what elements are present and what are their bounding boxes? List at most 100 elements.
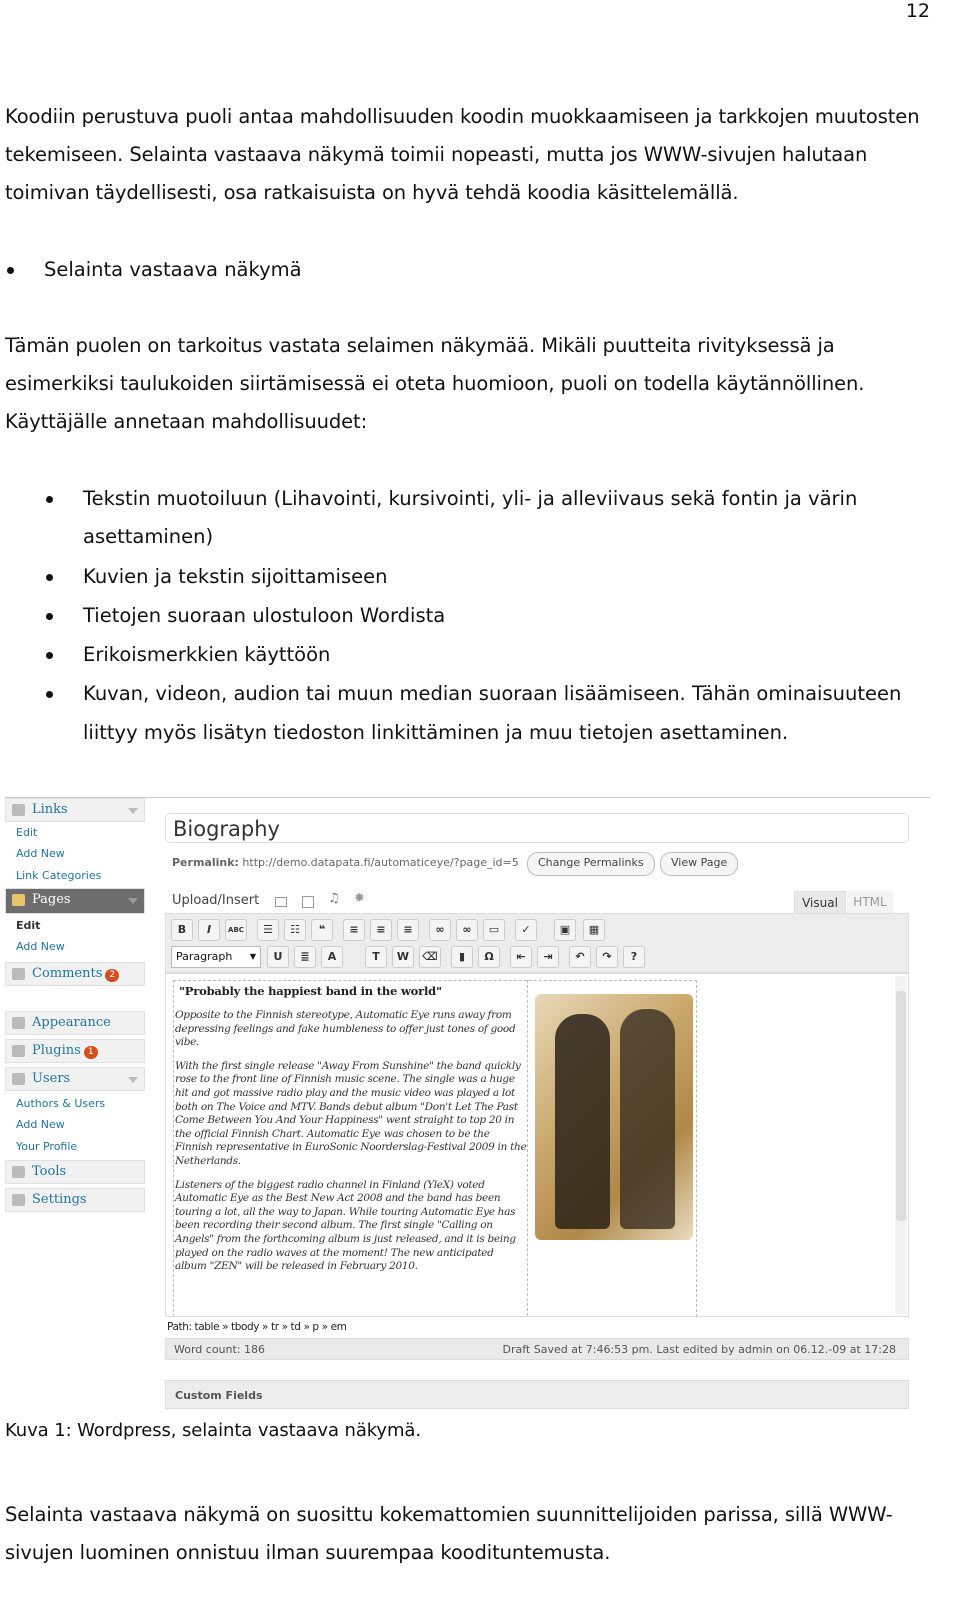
special-char-button[interactable]: Ω (478, 946, 500, 968)
help-button[interactable]: ? (623, 946, 645, 968)
word-count: Word count: 186 (174, 1343, 266, 1356)
permalink: Permalink: http://demo.datapata.fi/autom… (172, 856, 519, 869)
photo-figure (555, 1014, 610, 1229)
intro-line: tekemiseen. Selainta vastaava näkymä toi… (5, 143, 868, 166)
strikethrough-button[interactable]: ABC (225, 919, 247, 941)
submenu-item[interactable]: Add New (16, 847, 65, 860)
image-upload-icon[interactable] (275, 897, 287, 907)
clear-format-button[interactable]: ⌫ (419, 946, 441, 968)
redo-button[interactable]: ↷ (596, 946, 618, 968)
band-photo[interactable] (535, 994, 693, 1240)
align-left-button[interactable]: ≡ (343, 919, 365, 941)
submenu-item[interactable]: Add New (16, 940, 65, 953)
pages-icon (12, 894, 25, 906)
content-paragraph: Opposite to the Finnish stereotype, Auto… (175, 1009, 516, 1049)
menu-settings[interactable]: Settings (5, 1188, 145, 1212)
underline-button[interactable]: U (267, 946, 289, 968)
closing-line: Selainta vastaava näkymä on suosittu kok… (5, 1503, 893, 1526)
bullet-icon (46, 613, 53, 620)
status-bar: Word count: 186 Draft Saved at 7:46:53 p… (165, 1338, 909, 1360)
outdent-button[interactable]: ⇤ (510, 946, 532, 968)
fullscreen-button[interactable]: ▣ (554, 919, 576, 941)
page-number: 12 (905, 0, 930, 22)
submenu-item[interactable]: Link Categories (16, 869, 101, 882)
menu-pages[interactable]: Pages (5, 888, 145, 914)
submenu-item[interactable]: Your Profile (16, 1140, 77, 1153)
menu-label: Appearance (32, 1015, 111, 1030)
kitchen-sink-button[interactable]: ▦ (583, 919, 605, 941)
list-item: liittyy myös lisätyn tiedoston linkittäm… (83, 721, 789, 744)
menu-plugins[interactable]: Plugins 1 (5, 1039, 145, 1063)
menu-links[interactable]: Links (5, 798, 145, 822)
section-line: Käyttäjälle annetaan mahdollisuudet: (5, 410, 368, 433)
draft-status: Draft Saved at 7:46:53 pm. Last edited b… (502, 1343, 896, 1356)
bullet-icon (46, 652, 53, 659)
media-button[interactable]: ▮ (451, 946, 473, 968)
menu-label: Tools (32, 1164, 67, 1179)
intro-line: Koodiin perustuva puoli antaa mahdollisu… (5, 105, 920, 128)
text-color-button[interactable]: A (321, 946, 343, 968)
audio-upload-icon[interactable]: ♫ (328, 891, 340, 906)
settings-icon (12, 1194, 25, 1206)
section-line: esimerkiksi taulukoiden siirtämisessä ei… (5, 372, 865, 395)
list-item: asettaminen) (83, 525, 214, 548)
wordpress-screenshot: Links Edit Add New Link Categories Pages… (5, 797, 930, 1409)
menu-appearance[interactable]: Appearance (5, 1011, 145, 1035)
editor-scrollbar[interactable] (895, 976, 907, 1314)
title-input[interactable]: Biography (165, 813, 909, 843)
menu-label: Settings (32, 1192, 87, 1207)
table-divider (527, 980, 528, 1316)
bold-button[interactable]: B (171, 919, 193, 941)
menu-users[interactable]: Users (5, 1067, 145, 1091)
list-item: Kuvien ja tekstin sijoittamiseen (83, 565, 388, 588)
custom-fields-header[interactable]: Custom Fields (165, 1380, 909, 1409)
paste-text-button[interactable]: T (365, 946, 387, 968)
justify-button[interactable]: ≣ (294, 946, 316, 968)
content-paragraph: With the first single release "Away From… (175, 1059, 527, 1167)
tab-visual[interactable]: Visual (794, 891, 846, 915)
chevron-down-icon[interactable] (128, 808, 138, 814)
menu-tools[interactable]: Tools (5, 1160, 145, 1184)
scrollbar-thumb[interactable] (896, 991, 906, 1221)
change-permalinks-button[interactable]: Change Permalinks (527, 852, 655, 876)
align-right-button[interactable]: ≡ (397, 919, 419, 941)
tab-html[interactable]: HTML (847, 891, 893, 913)
list-item: Erikoismerkkien käyttöön (83, 643, 331, 666)
align-center-button[interactable]: ≡ (370, 919, 392, 941)
list-item: Kuvan, videon, audion tai muun median su… (83, 682, 902, 705)
link-button[interactable]: ∞ (429, 919, 451, 941)
chevron-down-icon[interactable] (128, 898, 138, 904)
video-upload-icon[interactable] (302, 896, 314, 908)
comment-icon (12, 968, 25, 980)
italic-button[interactable]: I (198, 919, 220, 941)
media-upload-icon[interactable]: ✹ (354, 891, 365, 906)
permalink-url[interactable]: http://demo.datapata.fi/automaticeye/?pa… (242, 856, 518, 869)
format-select[interactable]: Paragraph ▼ (171, 946, 261, 968)
content-paragraph: Listeners of the biggest radio channel i… (175, 1178, 516, 1273)
numbered-list-button[interactable]: ☷ (284, 919, 306, 941)
blockquote-button[interactable]: ❝ (311, 919, 333, 941)
undo-button[interactable]: ↶ (569, 946, 591, 968)
submenu-item[interactable]: Authors & Users (16, 1097, 105, 1110)
content-text: Opposite to the Finnish stereotype, Auto… (175, 1009, 527, 1284)
users-icon (12, 1073, 25, 1085)
submenu-item[interactable]: Add New (16, 1118, 65, 1131)
view-page-button[interactable]: View Page (660, 852, 739, 876)
unlink-button[interactable]: ∞ (456, 919, 478, 941)
chevron-down-icon[interactable] (128, 1077, 138, 1083)
comment-count-badge: 2 (105, 969, 120, 982)
paste-word-button[interactable]: W (392, 946, 414, 968)
closing-line: sivujen luominen onnistuu ilman suurempa… (5, 1541, 611, 1564)
submenu-item-current[interactable]: Edit (16, 919, 40, 932)
list-item: Tietojen suoraan ulostuloon Wordista (83, 604, 446, 627)
bullet-list-button[interactable]: ☰ (257, 919, 279, 941)
menu-label: Users (32, 1071, 71, 1086)
submenu-item[interactable]: Edit (16, 826, 37, 839)
more-button[interactable]: ▭ (483, 919, 505, 941)
appearance-icon (12, 1017, 25, 1029)
menu-comments[interactable]: Comments 2 (5, 962, 145, 986)
indent-button[interactable]: ⇥ (537, 946, 559, 968)
bullet-icon (46, 496, 53, 503)
figure-caption: Kuva 1: Wordpress, selainta vastaava näk… (5, 1420, 421, 1441)
spellcheck-button[interactable]: ✓ (515, 919, 537, 941)
